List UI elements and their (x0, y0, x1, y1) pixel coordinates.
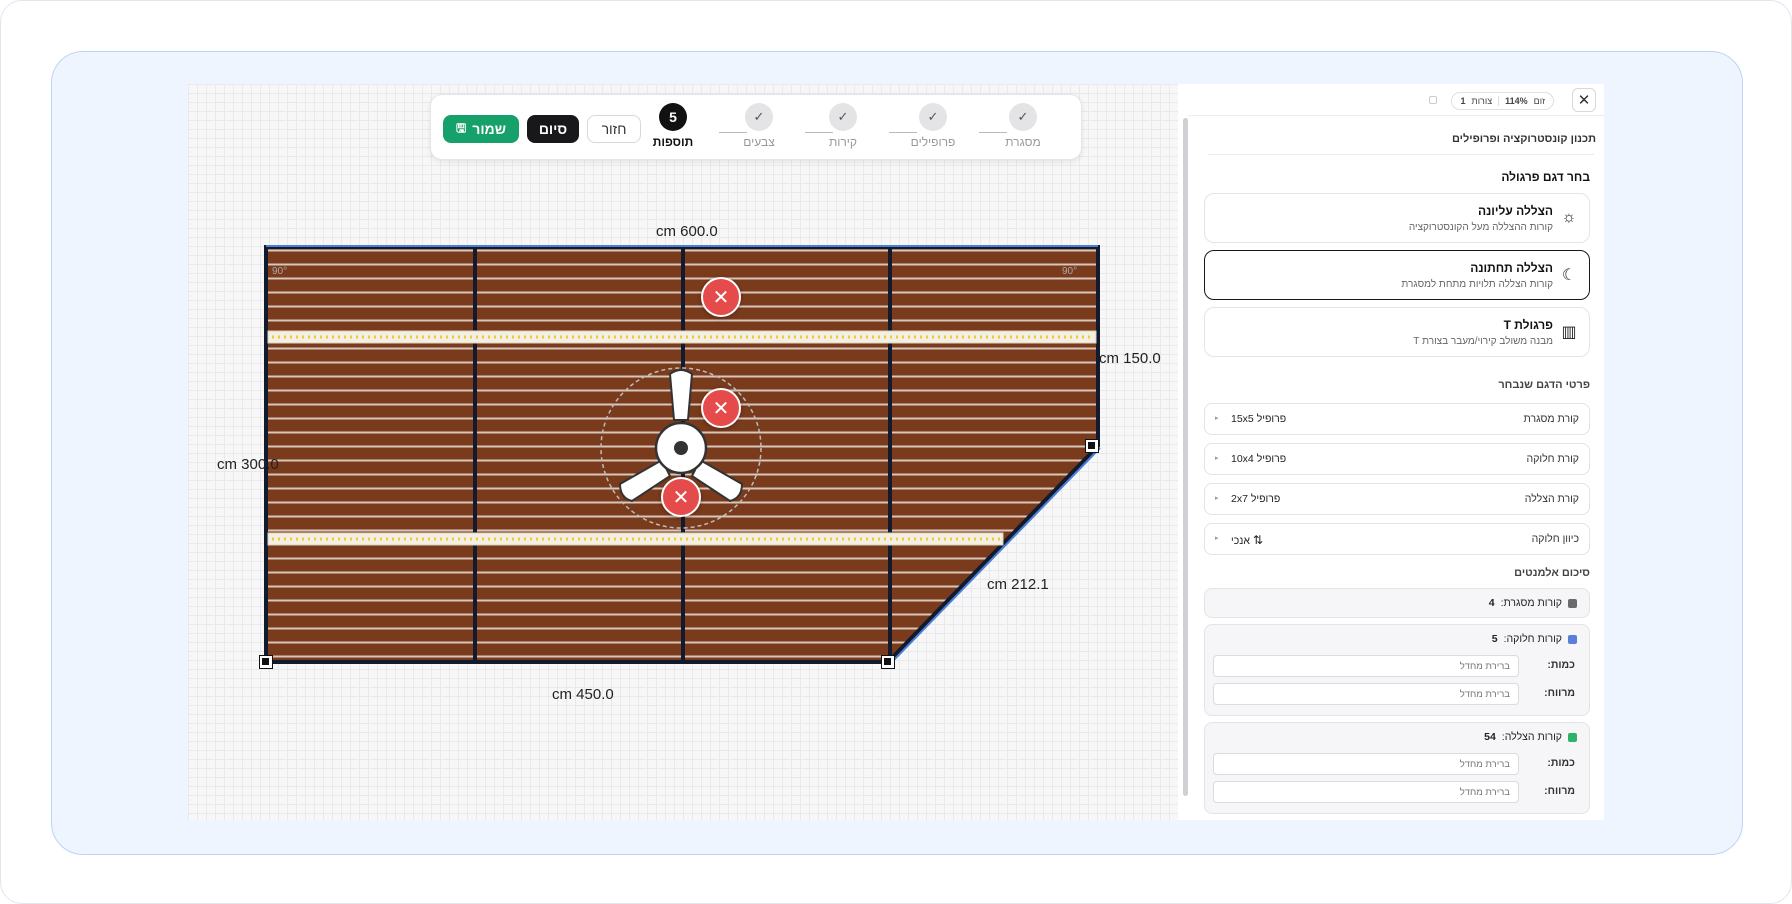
save-button[interactable]: 🖫 שמור (443, 115, 519, 143)
panel-toolbar: ✕ זום 114% צורות 1 (1188, 84, 1604, 116)
detail-division-beam[interactable]: קורת חלוקה פרופיל 10x4 ▸ (1204, 443, 1590, 475)
remove-led-strip-button[interactable]: ✕ (661, 477, 701, 517)
moon-icon: ☾ (1561, 267, 1577, 284)
dimension-diagonal: cm 212.1 (987, 576, 1049, 593)
design-canvas[interactable]: 90° 90° cm 600.0 cm 150.0 cm 300.0 cm 21… (188, 84, 1178, 820)
toggle-checkbox[interactable] (1429, 96, 1437, 104)
dimension-left: cm 300.0 (217, 456, 279, 473)
remove-fan-button[interactable]: ✕ (701, 388, 741, 428)
shading-qty-input[interactable] (1213, 753, 1519, 775)
dimension-top: cm 600.0 (656, 223, 718, 240)
wizard-stepper: 🖫 שמור סיום חזור 5 תוספות ✓ צבעים ✓ קירו… (430, 94, 1082, 160)
divider (1208, 154, 1594, 155)
summary-section-title: סיכום אלמנטים (1514, 567, 1590, 579)
save-icon: 🖫 (456, 120, 467, 135)
chevron-icon: ▸ (1215, 415, 1219, 422)
sort-arrows-icon: ⇅ (1252, 533, 1263, 547)
side-panel: ✕ זום 114% צורות 1 תכנון קונסטרוקציה ופר… (1188, 84, 1604, 820)
dimension-bottom: cm 450.0 (552, 686, 614, 703)
corner-handle[interactable] (259, 655, 273, 669)
chevron-icon: ▸ (1215, 455, 1219, 462)
close-icon: ✕ (1577, 92, 1591, 109)
pergola-plan[interactable] (188, 84, 1178, 820)
check-icon: ✓ (745, 103, 773, 131)
led-strip-bottom[interactable] (267, 532, 1004, 546)
check-icon: ✓ (1009, 103, 1037, 131)
summary-division-beams: קורות חלוקה: 5 כמות: מרווח: (1204, 624, 1590, 716)
color-swatch (1568, 598, 1577, 608)
color-swatch (1568, 732, 1577, 742)
step-colors[interactable]: ✓ צבעים (729, 103, 789, 149)
pergola-designer: 90° 90° cm 600.0 cm 150.0 cm 300.0 cm 21… (188, 84, 1604, 820)
model-card-top-shading[interactable]: ☼ הצללה עליונה קורות ההצללה מעל הקונסטרו… (1204, 193, 1590, 243)
step-profiles[interactable]: ✓ פרופילים (903, 103, 963, 149)
details-section-title: פרטי הדגם שנבחר (1498, 379, 1590, 391)
remove-led-strip-button[interactable]: ✕ (701, 277, 741, 317)
detail-frame-beam[interactable]: קורת מסגרת פרופיל 15x5 ▸ (1204, 403, 1590, 435)
panel-title: תכנון קונסטרוקציה ופרופילים (1451, 133, 1596, 145)
step-extras[interactable]: 5 תוספות (643, 103, 703, 149)
division-qty-input[interactable] (1213, 655, 1519, 677)
zoom-indicator: זום 114% צורות 1 (1451, 92, 1554, 110)
corner-angle-label: 90° (1062, 266, 1078, 277)
summary-frame-beams: קורות מסגרת: 4 (1204, 588, 1590, 618)
detail-shading-beam[interactable]: קורת הצללה פרופיל 2x7 ▸ (1204, 483, 1590, 515)
summary-shading-beams: קורות הצללה: 54 כמות: מרווח: (1204, 722, 1590, 814)
shading-spacing-input[interactable] (1213, 781, 1519, 803)
chevron-icon: ▸ (1215, 495, 1219, 502)
model-section-title: בחר דגם פרגולה (1501, 170, 1590, 184)
chevron-icon: ▸ (1215, 535, 1219, 542)
check-icon: ✓ (829, 103, 857, 131)
step-frame[interactable]: ✓ מסגרת (993, 103, 1053, 149)
corner-handle[interactable] (881, 655, 895, 669)
model-card-bottom-shading[interactable]: ☾ הצללה תחתונה קורות הצללה תלויות מתחת ל… (1204, 250, 1590, 300)
model-card-t-pergola[interactable]: ▥ פרגולת T מבנה משולב קירוי/מעבר בצורת T (1204, 307, 1590, 357)
step-walls[interactable]: ✓ קירות (813, 103, 873, 149)
sun-icon: ☼ (1561, 209, 1577, 226)
step-number: 5 (659, 103, 687, 131)
dimension-right: cm 150.0 (1099, 350, 1161, 367)
finish-button[interactable]: סיום (527, 115, 579, 143)
check-icon: ✓ (919, 103, 947, 131)
close-button[interactable]: ✕ (1572, 88, 1596, 112)
corner-angle-label: 90° (272, 266, 288, 277)
led-strip-top[interactable] (267, 330, 1097, 344)
corner-handle[interactable] (1085, 439, 1099, 453)
columns-icon: ▥ (1561, 324, 1577, 341)
detail-division-direction[interactable]: כיוון חלוקה ⇅ אנכי ▸ (1204, 523, 1590, 555)
color-swatch (1568, 634, 1577, 644)
back-button[interactable]: חזור (587, 115, 641, 143)
division-spacing-input[interactable] (1213, 683, 1519, 705)
